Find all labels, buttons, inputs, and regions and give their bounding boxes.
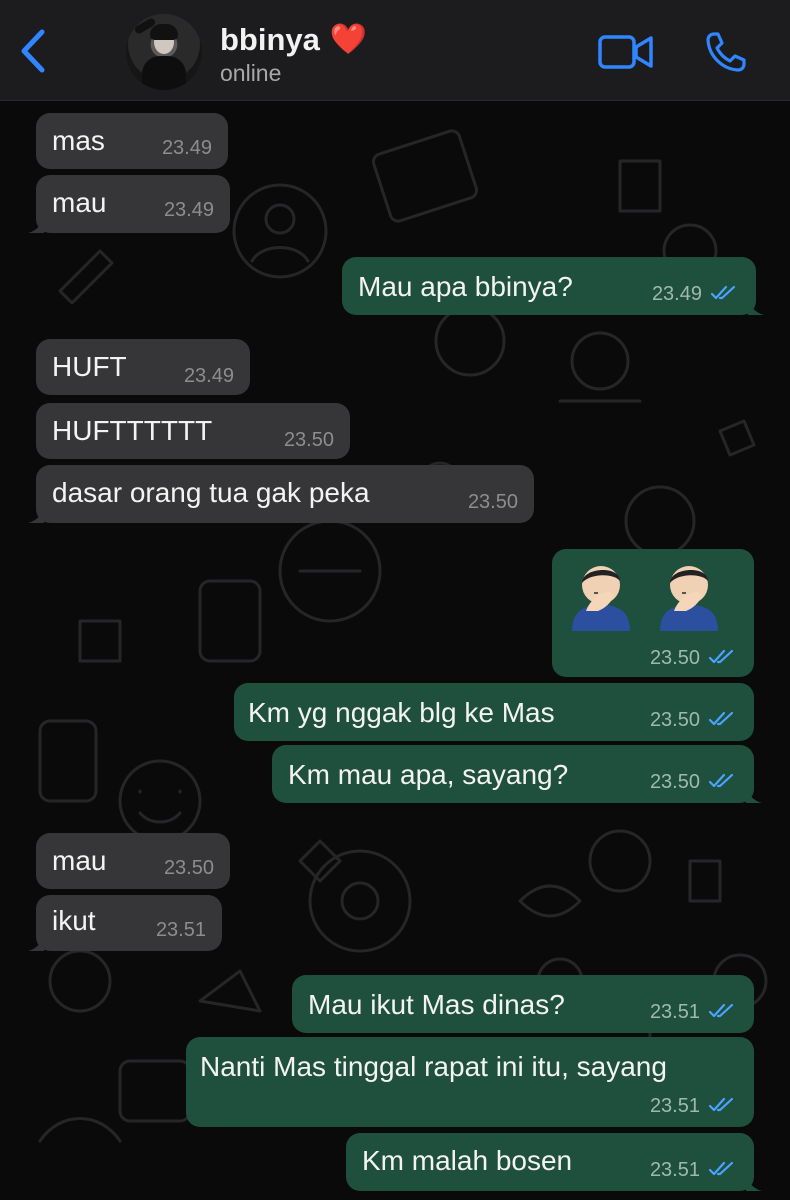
message-bubble-outgoing[interactable]: 🤦🏻‍♂️🤦🏻‍♂️ 23.50 bbox=[552, 549, 754, 677]
message-text: mau bbox=[52, 187, 107, 218]
avatar[interactable] bbox=[126, 14, 202, 90]
contact-name-row[interactable]: bbinya ❤️ bbox=[220, 20, 367, 60]
chat-header: bbinya ❤️ online bbox=[0, 0, 790, 101]
message-text: mau bbox=[52, 845, 107, 876]
message-bubble-incoming[interactable]: HUFTTTTTT 23.50 bbox=[36, 403, 350, 459]
message-text: HUFTTTTTT bbox=[52, 415, 213, 446]
message-time: 23.51 bbox=[155, 919, 206, 941]
message-bubble-incoming[interactable]: HUFT 23.49 bbox=[36, 339, 250, 395]
message-bubble-incoming[interactable]: mas 23.49 bbox=[36, 113, 228, 169]
message-text: Km malah bosen bbox=[362, 1145, 573, 1176]
message-bubble-outgoing[interactable]: Km malah bosen 23.51 bbox=[346, 1133, 762, 1191]
contact-name: bbinya bbox=[220, 22, 320, 57]
message-bubble-incoming[interactable]: mau 23.50 bbox=[36, 833, 230, 889]
message-time: 23.50 bbox=[649, 709, 700, 731]
bubble-tail bbox=[28, 217, 44, 233]
phone-call-icon[interactable] bbox=[704, 30, 748, 74]
message-time: 23.50 bbox=[649, 771, 700, 793]
double-check-icon bbox=[708, 1003, 734, 1018]
message-time: 23.51 bbox=[649, 1095, 700, 1117]
double-check-icon bbox=[708, 773, 734, 788]
bubble-tail bbox=[746, 787, 762, 803]
message-time: 23.51 bbox=[649, 1001, 700, 1023]
video-call-icon[interactable] bbox=[598, 34, 654, 70]
message-time: 23.50 bbox=[467, 491, 518, 513]
double-check-icon bbox=[708, 711, 734, 726]
message-time: 23.50 bbox=[649, 647, 700, 669]
message-time: 23.49 bbox=[161, 137, 212, 159]
bubble-tail bbox=[748, 299, 764, 315]
message-time: 23.49 bbox=[183, 365, 234, 387]
bubble-tail bbox=[28, 507, 44, 523]
message-text: Nanti Mas tinggal rapat ini itu, sayang bbox=[200, 1051, 667, 1082]
message-bubble-outgoing[interactable]: Mau ikut Mas dinas? 23.51 bbox=[292, 975, 754, 1033]
message-time: 23.50 bbox=[163, 857, 214, 879]
double-check-icon bbox=[708, 649, 734, 664]
bubble-tail bbox=[28, 935, 44, 951]
message-bubble-outgoing[interactable]: Mau apa bbinya? 23.49 bbox=[342, 257, 764, 315]
message-text: Mau apa bbinya? bbox=[358, 271, 573, 302]
message-time: 23.49 bbox=[163, 199, 214, 221]
message-time: 23.50 bbox=[283, 429, 334, 451]
heart-emoji: ❤️ bbox=[329, 23, 368, 56]
double-check-icon bbox=[708, 1097, 734, 1112]
message-text: HUFT bbox=[52, 351, 127, 382]
message-text: Km yg nggak blg ke Mas bbox=[248, 697, 555, 728]
double-check-icon bbox=[708, 1161, 734, 1176]
message-bubble-outgoing[interactable]: Km mau apa, sayang? 23.50 bbox=[272, 745, 762, 803]
message-text: Km mau apa, sayang? bbox=[288, 759, 569, 790]
message-bubble-outgoing[interactable]: Nanti Mas tinggal rapat ini itu, sayang … bbox=[186, 1037, 754, 1127]
message-text: dasar orang tua gak peka bbox=[52, 477, 370, 508]
message-text: Mau ikut Mas dinas? bbox=[308, 989, 565, 1020]
double-check-icon bbox=[710, 285, 736, 300]
chat-area[interactable]: mas 23.49 mau 23.49 Mau apa bbinya? 23.4… bbox=[0, 101, 790, 1200]
bubble-tail bbox=[746, 1175, 762, 1191]
contact-status: online bbox=[220, 60, 282, 86]
message-time: 23.51 bbox=[649, 1159, 700, 1181]
message-bubble-incoming[interactable]: mau 23.49 bbox=[28, 175, 230, 233]
message-text: ikut bbox=[52, 905, 96, 936]
chevron-left-icon[interactable] bbox=[14, 26, 54, 76]
message-bubble-incoming[interactable]: dasar orang tua gak peka 23.50 bbox=[28, 465, 534, 523]
message-bubble-outgoing[interactable]: Km yg nggak blg ke Mas 23.50 bbox=[234, 683, 754, 741]
message-time: 23.49 bbox=[651, 283, 702, 305]
message-text: mas bbox=[52, 125, 105, 156]
message-bubble-incoming[interactable]: ikut 23.51 bbox=[28, 895, 222, 951]
man-facepalming-emoji bbox=[572, 566, 630, 631]
man-facepalming-emoji bbox=[660, 566, 718, 631]
